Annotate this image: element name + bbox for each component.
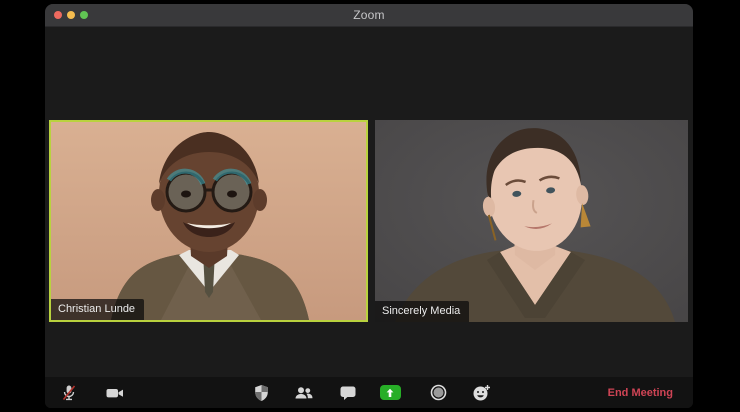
mute-button[interactable] [54, 377, 84, 408]
reactions-icon [473, 384, 490, 400]
video-tile-sincerely-media[interactable]: Sincerely Media [375, 120, 688, 322]
mic-muted-icon [62, 384, 76, 400]
video-tile-christian-lunde[interactable]: Christian Lunde [49, 120, 368, 322]
window-titlebar[interactable]: Zoom [45, 4, 693, 27]
participant-name-label: Christian Lunde [51, 299, 145, 320]
participants-button[interactable] [289, 377, 319, 408]
record-icon [430, 384, 446, 401]
participant-video-right [375, 120, 688, 322]
participant-name-label: Sincerely Media [375, 301, 470, 322]
minimize-window-button[interactable] [67, 11, 75, 19]
participants-icon [295, 386, 313, 398]
record-button[interactable] [423, 377, 453, 408]
video-button[interactable] [100, 377, 130, 408]
security-button[interactable] [246, 377, 276, 408]
chat-bubble-icon [340, 386, 356, 400]
video-camera-icon [106, 388, 123, 397]
share-screen-button[interactable] [375, 377, 405, 408]
participant-video-left [51, 122, 366, 320]
share-screen-icon [379, 385, 401, 400]
window-title: Zoom [353, 8, 385, 22]
meeting-toolbar: End Meeting [45, 377, 693, 408]
shield-icon [254, 384, 268, 401]
end-meeting-button[interactable]: End Meeting [602, 377, 679, 408]
reactions-button[interactable] [466, 377, 496, 408]
chat-button[interactable] [333, 377, 363, 408]
zoom-app-window: Zoom Christian Lunde Sincerely Media End… [45, 4, 693, 408]
close-window-button[interactable] [54, 11, 62, 19]
traffic-lights [54, 4, 88, 26]
meeting-video-area: Christian Lunde Sincerely Media [45, 28, 693, 377]
desktop-background: Zoom Christian Lunde Sincerely Media End… [0, 0, 740, 412]
fullscreen-window-button[interactable] [80, 11, 88, 19]
